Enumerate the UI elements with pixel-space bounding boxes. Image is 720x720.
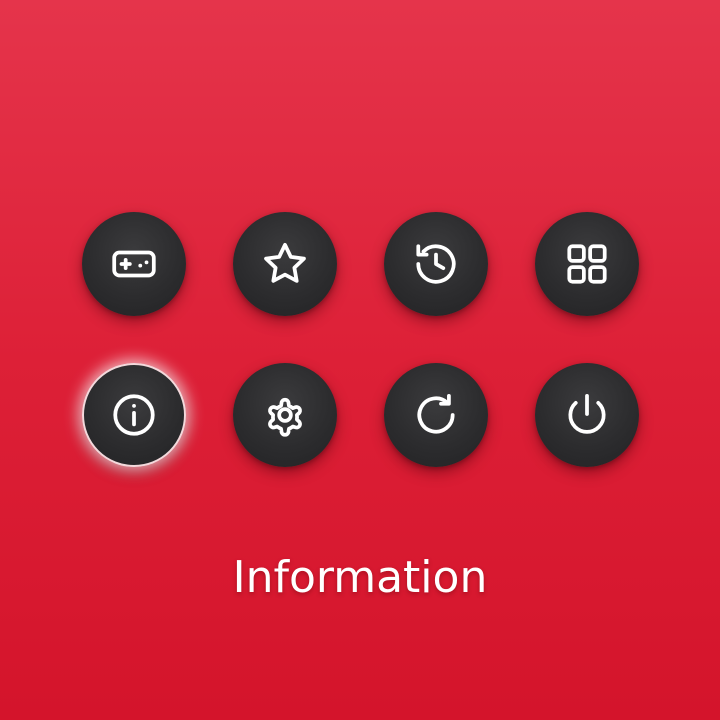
games-button[interactable]: [82, 212, 186, 316]
favorites-button[interactable]: [233, 212, 337, 316]
star-icon: [260, 239, 310, 289]
power-button[interactable]: [535, 363, 639, 467]
main-menu: Information: [0, 0, 720, 720]
apps-button[interactable]: [535, 212, 639, 316]
power-icon: [562, 390, 612, 440]
information-button[interactable]: [82, 363, 186, 467]
info-icon: [109, 390, 159, 440]
settings-button[interactable]: [233, 363, 337, 467]
apps-grid-icon: [562, 239, 612, 289]
history-button[interactable]: [384, 212, 488, 316]
gear-icon: [260, 390, 310, 440]
refresh-icon: [411, 390, 461, 440]
selected-item-label: Information: [232, 552, 488, 603]
restart-button[interactable]: [384, 363, 488, 467]
history-icon: [411, 239, 461, 289]
gamepad-icon: [109, 239, 159, 289]
